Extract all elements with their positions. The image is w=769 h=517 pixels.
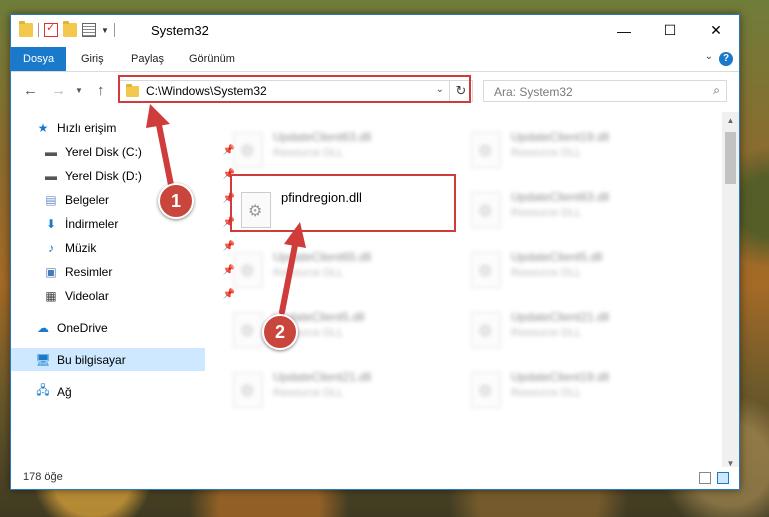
step-1-badge: 1 bbox=[158, 183, 194, 219]
arrow-1-shaft bbox=[155, 117, 175, 193]
annotation-arrows bbox=[146, 104, 306, 315]
step-2-badge: 2 bbox=[262, 314, 298, 350]
arrow-2-shaft bbox=[279, 237, 299, 315]
arrow-1-head bbox=[146, 104, 170, 128]
arrow-2-head bbox=[284, 222, 306, 248]
